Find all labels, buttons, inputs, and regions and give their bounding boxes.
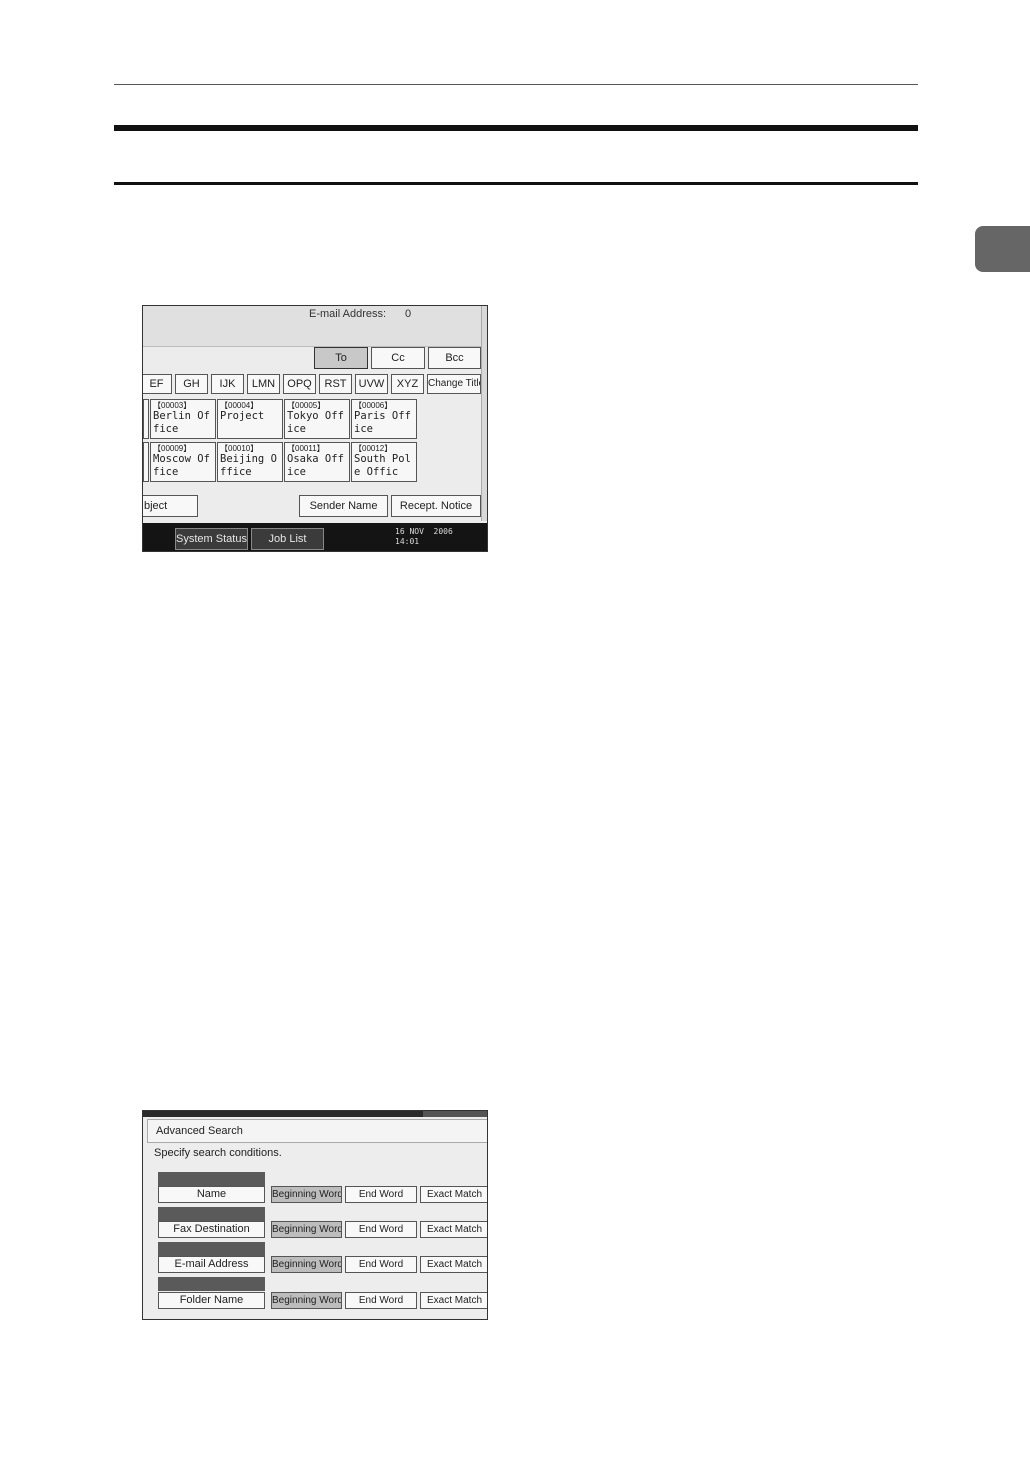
section-rule-thick bbox=[114, 125, 918, 131]
destination-name: Tokyo Office bbox=[287, 410, 344, 435]
exact-match-option[interactable]: Exact Match bbox=[420, 1292, 487, 1309]
destination-code: 【00004】 bbox=[220, 401, 259, 410]
destination-code: 【00009】 bbox=[153, 444, 192, 453]
window-top-bar-tab bbox=[423, 1111, 487, 1117]
change-title-button[interactable]: Change Title bbox=[427, 374, 481, 394]
exact-match-option[interactable]: Exact Match bbox=[420, 1256, 487, 1273]
tab-ijk[interactable]: IJK bbox=[211, 374, 244, 394]
sender-name-button[interactable]: Sender Name bbox=[299, 495, 388, 517]
destination-key[interactable]: 【00012】 South Pole Offic bbox=[351, 442, 417, 482]
tab-ef[interactable]: EF bbox=[143, 374, 172, 394]
destination-key[interactable]: 【00009】 Moscow Office bbox=[150, 442, 216, 482]
tab-rst[interactable]: RST bbox=[319, 374, 352, 394]
exact-match-option[interactable]: Exact Match bbox=[420, 1186, 487, 1203]
destination-name: Osaka Office bbox=[287, 453, 344, 478]
tab-xyz[interactable]: XYZ bbox=[391, 374, 424, 394]
cc-button[interactable]: Cc bbox=[371, 347, 425, 369]
destination-name: Paris Office bbox=[354, 410, 411, 435]
system-status-button[interactable]: System Status bbox=[175, 528, 248, 550]
destination-partial[interactable] bbox=[143, 442, 149, 482]
destination-key[interactable]: 【00005】 Tokyo Office bbox=[284, 399, 350, 439]
exact-match-option[interactable]: Exact Match bbox=[420, 1221, 487, 1238]
destination-name: Project bbox=[220, 410, 265, 422]
field-input-area[interactable] bbox=[158, 1172, 265, 1186]
clock-display: 16 NOV 2006 14:01 bbox=[395, 527, 453, 546]
dialog-title: Advanced Search bbox=[147, 1119, 487, 1143]
to-button[interactable]: To bbox=[314, 347, 368, 369]
end-word-option[interactable]: End Word bbox=[345, 1256, 417, 1273]
status-bar: System Status Job List 16 NOV 2006 14:01 bbox=[143, 523, 487, 551]
field-input-area[interactable] bbox=[158, 1242, 265, 1256]
advanced-search-screenshot: Advanced Search Specify search condition… bbox=[142, 1110, 488, 1320]
destination-key[interactable]: 【00011】 Osaka Office bbox=[284, 442, 350, 482]
subject-button[interactable]: bject bbox=[143, 495, 198, 517]
address-header: E-mail Address: 0 bbox=[143, 306, 481, 347]
destination-name: Berlin Office bbox=[153, 410, 210, 435]
destination-name: South Pole Offic bbox=[354, 453, 411, 478]
beginning-word-option[interactable]: Beginning Word bbox=[271, 1256, 342, 1273]
destination-key[interactable]: 【00003】 Berlin Office bbox=[150, 399, 216, 439]
field-input-area[interactable] bbox=[158, 1277, 265, 1291]
destination-code: 【00006】 bbox=[354, 401, 393, 410]
tab-gh[interactable]: GH bbox=[175, 374, 208, 394]
destination-code: 【00010】 bbox=[220, 444, 259, 453]
dialog-subtitle: Specify search conditions. bbox=[154, 1147, 282, 1159]
tab-uvw[interactable]: UVW bbox=[355, 374, 388, 394]
email-address-count: 0 bbox=[405, 308, 412, 320]
end-word-option[interactable]: End Word bbox=[345, 1221, 417, 1238]
destination-code: 【00005】 bbox=[287, 401, 326, 410]
chapter-tab bbox=[975, 226, 1030, 272]
reception-notice-button[interactable]: Recept. Notice bbox=[391, 495, 481, 517]
beginning-word-option[interactable]: Beginning Word bbox=[271, 1292, 342, 1309]
destination-key[interactable]: 【00004】 Project bbox=[217, 399, 283, 439]
tab-lmn[interactable]: LMN bbox=[247, 374, 280, 394]
destination-name: Moscow Office bbox=[153, 453, 210, 478]
email-address-label: E-mail Address: bbox=[309, 308, 387, 320]
destination-name: Beijing Office bbox=[220, 453, 277, 478]
job-list-button[interactable]: Job List bbox=[251, 528, 324, 550]
destination-code: 【00012】 bbox=[354, 444, 393, 453]
end-word-option[interactable]: End Word bbox=[345, 1292, 417, 1309]
destination-code: 【00003】 bbox=[153, 401, 192, 410]
name-field-button[interactable]: Name bbox=[158, 1186, 265, 1203]
beginning-word-option[interactable]: Beginning Word bbox=[271, 1221, 342, 1238]
destination-key[interactable]: 【00006】 Paris Office bbox=[351, 399, 417, 439]
destination-key[interactable]: 【00010】 Beijing Office bbox=[217, 442, 283, 482]
section-rule-bottom bbox=[114, 182, 918, 185]
field-input-area[interactable] bbox=[158, 1207, 265, 1221]
email-address-field-button[interactable]: E-mail Address bbox=[158, 1256, 265, 1273]
scrollbar[interactable] bbox=[481, 306, 487, 521]
destination-partial[interactable] bbox=[143, 399, 149, 439]
fax-destination-field-button[interactable]: Fax Destination bbox=[158, 1221, 265, 1238]
folder-name-field-button[interactable]: Folder Name bbox=[158, 1292, 265, 1309]
end-word-option[interactable]: End Word bbox=[345, 1186, 417, 1203]
beginning-word-option[interactable]: Beginning Word bbox=[271, 1186, 342, 1203]
tab-opq[interactable]: OPQ bbox=[283, 374, 316, 394]
destination-code: 【00011】 bbox=[287, 444, 325, 453]
bcc-button[interactable]: Bcc bbox=[428, 347, 481, 369]
header-rule-thin bbox=[114, 84, 918, 85]
destination-panel-screenshot: E-mail Address: 0 To Cc Bcc EF GH IJK LM… bbox=[142, 305, 488, 552]
